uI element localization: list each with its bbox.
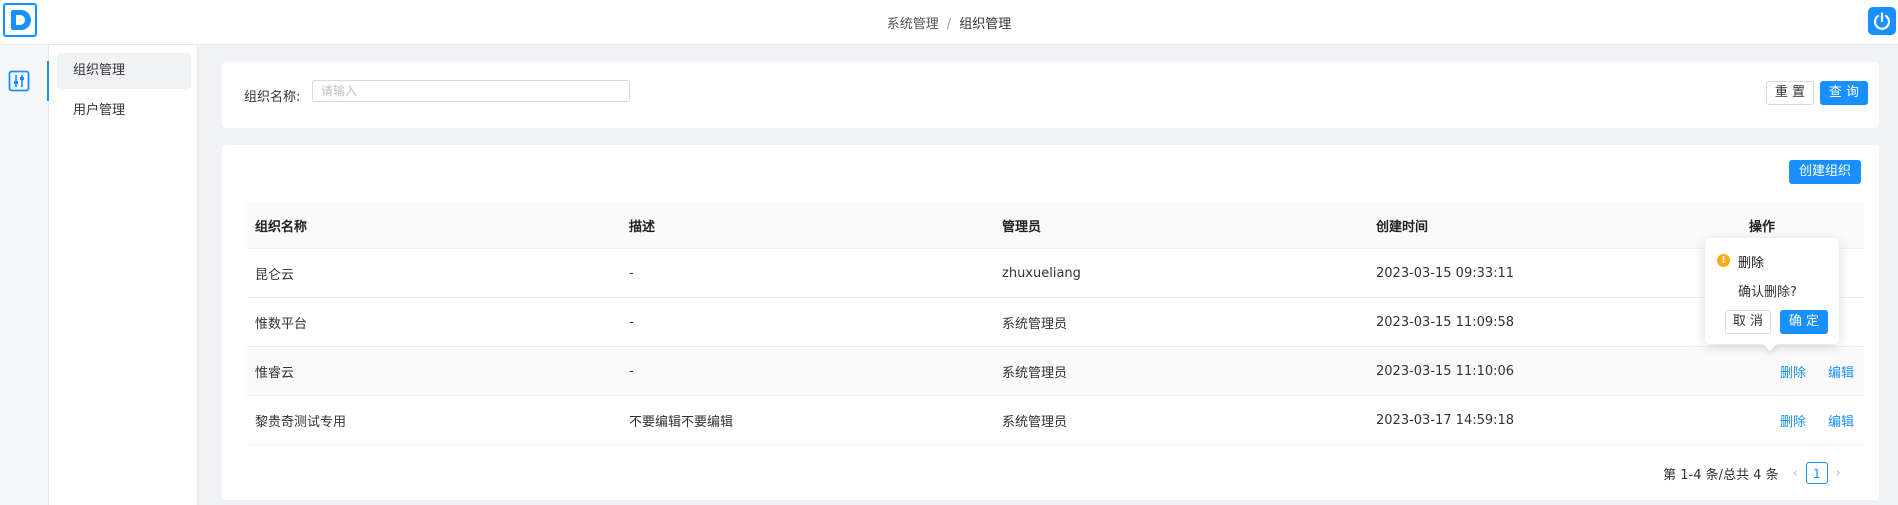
cell-name: 惟睿云 [255,365,295,381]
cell-admin: 系统管理员 [1002,414,1068,430]
sliders-icon [8,70,30,92]
confirm-button[interactable]: 确 定 [1780,310,1828,334]
power-icon[interactable] [1868,7,1896,35]
page-button-1[interactable]: 1 [1805,462,1828,484]
org-name-label: 组织名称: [244,90,301,105]
cell-name: 昆仑云 [255,267,295,283]
breadcrumb-item-current: 组织管理 [959,17,1012,32]
cell-name: 黎贵奇测试专用 [255,414,347,430]
cell-actions: 删除 编辑 [1780,396,1876,444]
table-row: 惟数平台 - 系统管理员 2023-03-15 11:09:58 [247,298,1864,347]
pagination: 第 1-4 条/总共 4 条 ‹ 1 › [1663,460,1849,486]
delete-link[interactable]: 删除 [1780,411,1806,430]
org-name-input[interactable] [312,80,630,102]
submenu-item-organization[interactable]: 组织管理 [57,53,191,89]
cell-created: 2023-03-17 14:59:18 [1376,412,1515,428]
table-row: 昆仑云 - zhuxueliang 2023-03-15 09:33:11 [247,249,1864,298]
delete-confirm-popover: ! 删除 确认删除? 取 消 确 定 [1705,238,1839,344]
cell-description: - [629,314,634,330]
next-page-icon[interactable]: › [1836,466,1841,481]
table-row: 黎贵奇测试专用 不要编辑不要编辑 系统管理员 2023-03-17 14:59:… [247,396,1864,445]
side-rail [0,45,49,505]
cell-admin: zhuxueliang [1002,265,1081,281]
table-header: 组织名称 描述 管理员 创建时间 操作 [247,202,1864,249]
breadcrumb: 系统管理 / 组织管理 [0,13,1898,32]
query-button[interactable]: 查 询 [1820,81,1868,105]
popover-title: 删除 [1738,256,1765,271]
breadcrumb-separator: / [946,17,952,32]
top-bar: 系统管理 / 组织管理 [0,0,1898,45]
cell-actions: 删除 编辑 [1780,347,1876,395]
column-header-description: 描述 [629,219,656,235]
pagination-summary: 第 1-4 条/总共 4 条 [1663,467,1779,483]
cancel-button[interactable]: 取 消 [1725,310,1771,334]
cell-description: - [629,363,634,379]
cell-admin: 系统管理员 [1002,316,1068,332]
edit-link[interactable]: 编辑 [1828,362,1854,381]
edit-link[interactable]: 编辑 [1828,411,1854,430]
create-organization-button[interactable]: 创建组织 [1789,160,1861,184]
delete-link[interactable]: 删除 [1780,362,1806,381]
warning-icon: ! [1717,254,1730,267]
reset-button[interactable]: 重 置 [1766,81,1814,105]
prev-page-icon[interactable]: ‹ [1793,466,1798,481]
cell-description: - [629,265,634,281]
search-panel: 组织名称: 重 置 查 询 [222,62,1879,128]
cell-created: 2023-03-15 11:10:06 [1376,363,1515,379]
rail-item-settings[interactable] [0,61,49,101]
popover-message: 确认删除? [1738,285,1797,300]
column-header-admin: 管理员 [1002,219,1042,235]
cell-name: 惟数平台 [255,316,308,332]
cell-description: 不要编辑不要编辑 [629,414,734,430]
cell-admin: 系统管理员 [1002,365,1068,381]
table-panel: 创建组织 组织名称 描述 管理员 创建时间 操作 昆仑云 - zhuxuelia… [222,145,1879,500]
column-header-name: 组织名称 [255,219,308,235]
organization-table: 组织名称 描述 管理员 创建时间 操作 昆仑云 - zhuxueliang 20… [247,202,1864,445]
column-header-created: 创建时间 [1376,219,1429,235]
cell-created: 2023-03-15 11:09:58 [1376,314,1515,330]
submenu-item-users[interactable]: 用户管理 [57,93,191,129]
breadcrumb-item-system[interactable]: 系统管理 [887,17,939,32]
cell-created: 2023-03-15 09:33:11 [1376,265,1515,281]
submenu: 组织管理 用户管理 [49,45,198,505]
table-row: 惟睿云 - 系统管理员 2023-03-15 11:10:06 删除 编辑 [247,347,1864,396]
